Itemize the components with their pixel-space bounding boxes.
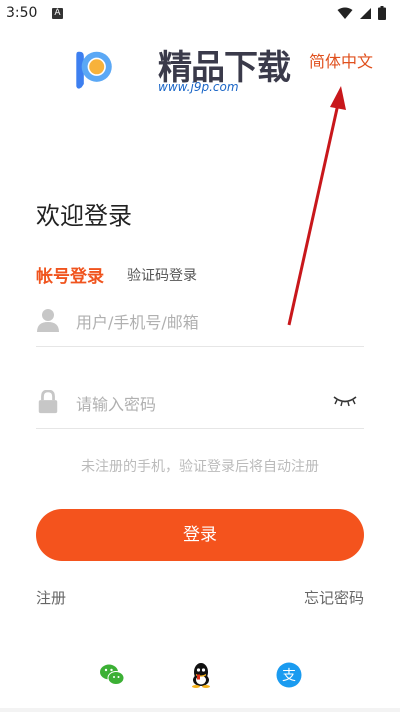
status-icons — [337, 6, 386, 20]
bottom-bar — [0, 708, 400, 712]
status-bar: 3:50 A — [0, 0, 400, 28]
battery-icon — [378, 6, 386, 20]
signal-icon — [360, 7, 371, 19]
login-button[interactable]: 登录 — [36, 509, 364, 561]
eye-closed-icon[interactable] — [332, 394, 358, 408]
username-field — [36, 298, 364, 347]
wifi-icon — [337, 7, 353, 19]
page-title: 欢迎登录 — [36, 202, 132, 230]
svg-text:支: 支 — [282, 668, 296, 684]
register-link[interactable]: 注册 — [36, 587, 66, 608]
tab-code-login[interactable]: 验证码登录 — [127, 265, 197, 285]
lock-icon — [38, 390, 58, 414]
wechat-icon[interactable] — [99, 662, 125, 688]
status-time: 3:50 — [6, 5, 38, 21]
notification-icon: A — [52, 8, 63, 19]
brand-url: www.j9p.com — [158, 80, 239, 94]
password-input[interactable] — [74, 390, 328, 418]
app-logo — [76, 51, 112, 89]
tab-account-login[interactable]: 帐号登录 — [36, 262, 104, 287]
user-icon — [37, 309, 59, 332]
register-hint: 未注册的手机，验证登录后将自动注册 — [81, 459, 319, 475]
qq-icon[interactable] — [188, 662, 214, 688]
username-input[interactable] — [74, 308, 328, 336]
language-switch-link[interactable]: 简体中文 — [309, 48, 373, 72]
alipay-icon[interactable]: 支 — [276, 662, 302, 688]
password-field — [36, 380, 364, 429]
forgot-password-link[interactable]: 忘记密码 — [304, 587, 364, 608]
